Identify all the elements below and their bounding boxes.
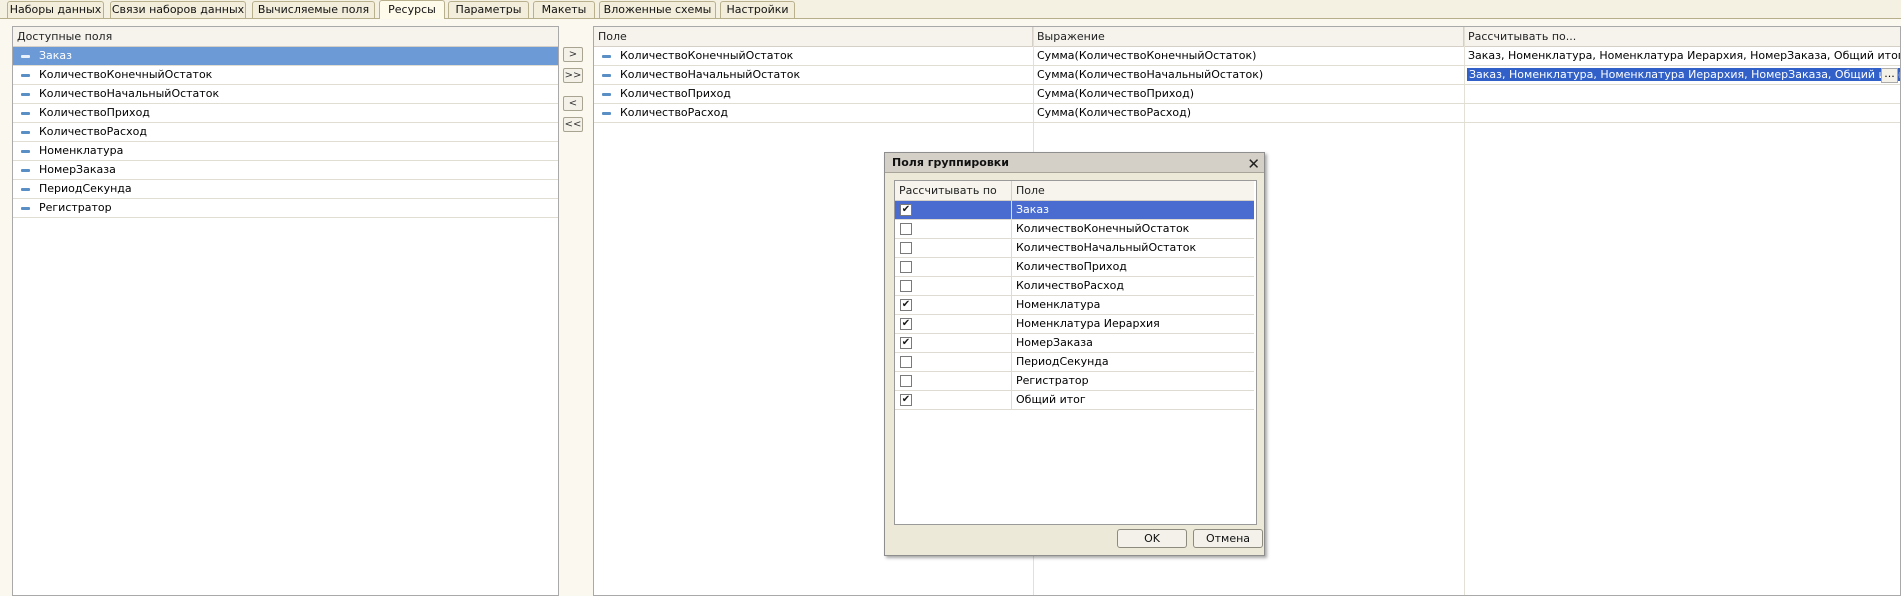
field-icon (21, 207, 30, 210)
tab-settings[interactable]: Настройки (720, 1, 795, 18)
checkbox[interactable] (900, 242, 912, 254)
field-icon (21, 74, 30, 77)
checkbox[interactable] (900, 223, 912, 235)
calc-by-edit-field[interactable]: Заказ, Номенклатура, Номенклатура Иерарх… (1464, 66, 1900, 85)
available-fields-header: Доступные поля (13, 27, 558, 47)
add-all-fields-button[interactable]: >> (563, 68, 583, 83)
list-item[interactable]: Номенклатура (13, 142, 558, 161)
list-item[interactable]: Заказ (13, 47, 558, 66)
tab-resources[interactable]: Ресурсы (379, 0, 445, 19)
field-icon (602, 93, 611, 96)
table-row[interactable]: КоличествоКонечныйОстаток (895, 220, 1254, 239)
table-row[interactable]: ✔ Номенклатура Иерархия (895, 315, 1254, 334)
checkbox[interactable]: ✔ (900, 318, 912, 330)
add-field-button[interactable]: > (563, 47, 583, 62)
column-expression: Выражение (1033, 27, 1464, 46)
list-item[interactable]: КоличествоКонечныйОстаток (13, 66, 558, 85)
remove-all-fields-button[interactable]: << (563, 117, 583, 132)
ellipsis-button[interactable]: ... (1881, 68, 1898, 83)
field-icon (21, 169, 30, 172)
list-item[interactable]: НомерЗаказа (13, 161, 558, 180)
field-icon (602, 112, 611, 115)
column-field: Поле (1016, 184, 1045, 197)
grouping-table-header: Рассчитывать по Поле (895, 181, 1254, 201)
table-row[interactable]: ✔ НомерЗаказа (895, 334, 1254, 353)
checkbox[interactable] (900, 280, 912, 292)
list-item[interactable]: ПериодСекунда (13, 180, 558, 199)
tab-bar: Наборы данных Связи наборов данных Вычис… (0, 0, 1901, 19)
tab-data-sets[interactable]: Наборы данных (7, 1, 104, 18)
grouping-fields-dialog: Поля группировки ✕ Рассчитывать по Поле … (884, 152, 1265, 556)
column-field: Поле (594, 27, 1033, 46)
cancel-button[interactable]: Отмена (1193, 529, 1263, 548)
list-item[interactable]: КоличествоНачальныйОстаток (13, 85, 558, 104)
tab-parameters[interactable]: Параметры (448, 1, 529, 18)
resources-table-header: Поле Выражение Рассчитывать по... (594, 27, 1900, 47)
table-row[interactable]: КоличествоРасход Сумма(КоличествоРасход) (594, 104, 1900, 123)
checkbox[interactable]: ✔ (900, 204, 912, 216)
field-icon (21, 112, 30, 115)
table-row[interactable]: КоличествоПриход Сумма(КоличествоПриход) (594, 85, 1900, 104)
ok-button[interactable]: OK (1117, 529, 1187, 548)
close-icon[interactable]: ✕ (1247, 154, 1260, 174)
table-row[interactable]: ✔ Номенклатура (895, 296, 1254, 315)
table-row[interactable]: Регистратор (895, 372, 1254, 391)
remove-field-button[interactable]: < (563, 96, 583, 111)
list-item[interactable]: Регистратор (13, 199, 558, 218)
table-row[interactable]: ✔ Заказ (895, 201, 1254, 220)
field-icon (21, 150, 30, 153)
field-icon (21, 55, 30, 58)
list-item[interactable]: КоличествоПриход (13, 104, 558, 123)
list-item[interactable]: КоличествоРасход (13, 123, 558, 142)
checkbox[interactable] (900, 356, 912, 368)
tab-calculated-fields[interactable]: Вычисляемые поля (252, 1, 375, 18)
column-calc-by: Рассчитывать по... (1468, 30, 1577, 43)
grouping-fields-table[interactable]: Рассчитывать по Поле ✔ Заказ КоличествоК… (894, 180, 1257, 525)
table-row[interactable]: ✔ Общий итог (895, 391, 1254, 410)
table-row[interactable]: КоличествоНачальныйОстаток Сумма(Количес… (594, 66, 1900, 85)
column-calc-by: Рассчитывать по (895, 181, 1012, 200)
field-icon (21, 93, 30, 96)
tab-nested-schemas[interactable]: Вложенные схемы (599, 1, 716, 18)
table-row[interactable]: ПериодСекунда (895, 353, 1254, 372)
table-row[interactable]: КоличествоРасход (895, 277, 1254, 296)
field-icon (602, 55, 611, 58)
tab-data-set-links[interactable]: Связи наборов данных (110, 1, 246, 18)
tab-layouts[interactable]: Макеты (533, 1, 595, 18)
table-row[interactable]: КоличествоНачальныйОстаток (895, 239, 1254, 258)
dialog-title: Поля группировки (892, 156, 1009, 169)
checkbox[interactable]: ✔ (900, 394, 912, 406)
field-icon (602, 74, 611, 77)
field-icon (21, 188, 30, 191)
field-icon (21, 131, 30, 134)
checkbox[interactable]: ✔ (900, 299, 912, 311)
checkbox[interactable] (900, 261, 912, 273)
checkbox[interactable] (900, 375, 912, 387)
dialog-title-bar: Поля группировки ✕ (885, 153, 1264, 173)
table-row[interactable]: КоличествоПриход (895, 258, 1254, 277)
checkbox[interactable]: ✔ (900, 337, 912, 349)
table-row[interactable]: КоличествоКонечныйОстаток Сумма(Количест… (594, 47, 1900, 66)
available-fields-list[interactable]: Доступные поля Заказ КоличествоКонечныйО… (12, 26, 559, 596)
